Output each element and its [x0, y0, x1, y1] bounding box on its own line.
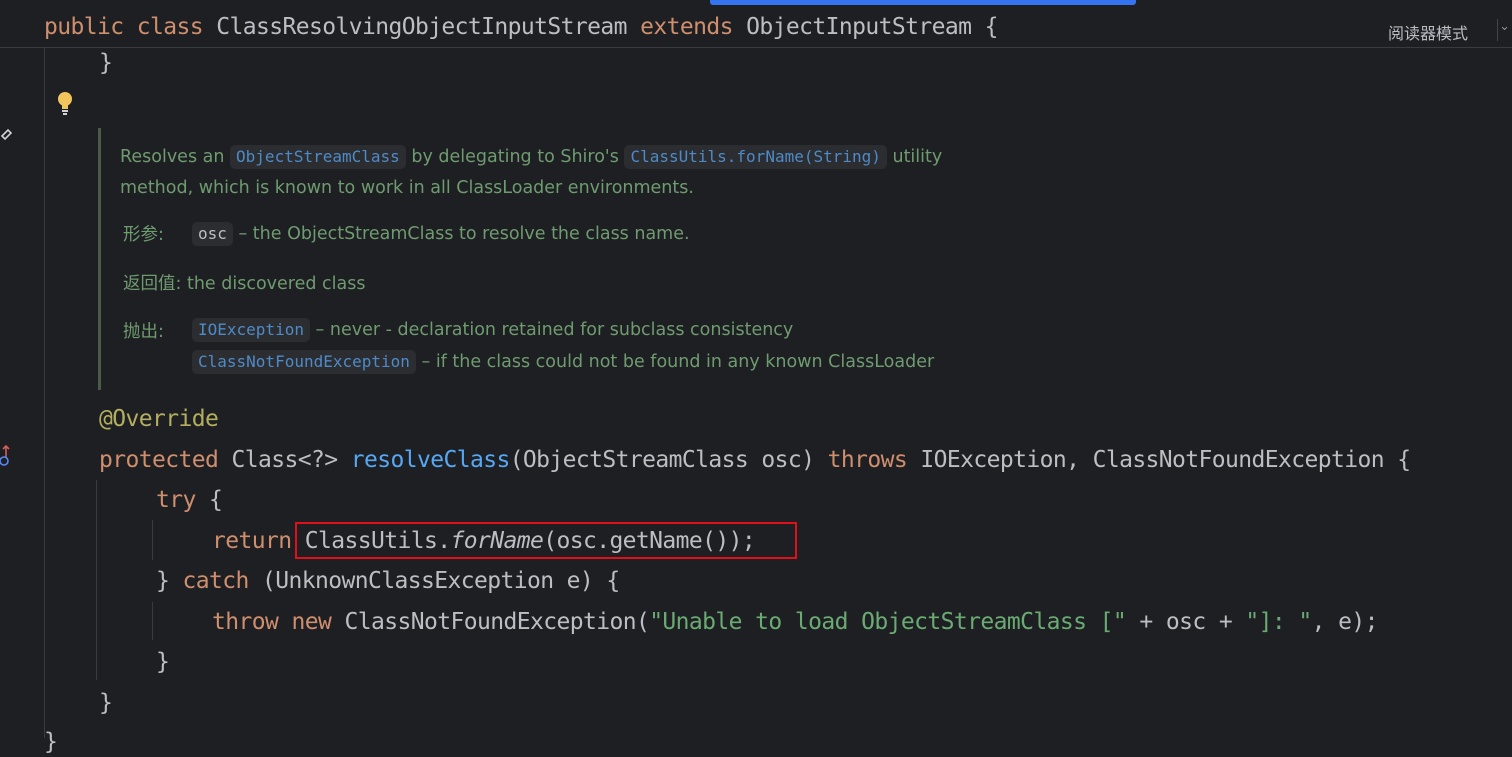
doc-throws1-desc: – never - declaration retained for subcl…	[315, 320, 794, 340]
code-line-method-signature: protected Class<?> resolveClass(ObjectSt…	[99, 445, 1411, 475]
javadoc-param-row: osc – the ObjectStreamClass to resolve t…	[192, 222, 690, 246]
doc-link-objectstreamclass[interactable]: ObjectStreamClass	[230, 145, 406, 169]
catch-args: (UnknownClassException e) {	[262, 568, 620, 594]
code-editor[interactable]: public class ClassResolvingObjectInputSt…	[0, 0, 1512, 755]
javadoc-throws-row2: ClassNotFoundException – if the class co…	[192, 350, 934, 374]
javadoc-throws-row1: IOException – never - declaration retain…	[192, 318, 793, 342]
sticky-class-header[interactable]: public class ClassResolvingObjectInputSt…	[0, 5, 1512, 48]
javadoc-bar	[98, 128, 101, 390]
doc-link-classnotfoundexception[interactable]: ClassNotFoundException	[192, 350, 416, 374]
javadoc-returns-row: 返回值: the discovered class	[123, 272, 366, 296]
class-declaration: public class ClassResolvingObjectInputSt…	[44, 12, 998, 42]
indent-guide-catch	[152, 602, 153, 640]
reader-mode-divider	[1497, 19, 1498, 41]
chevron-down-icon[interactable]: ⌄	[1499, 19, 1510, 34]
keyword-throws: throws	[827, 447, 908, 473]
javadoc-description-line1: Resolves an ObjectStreamClass by delegat…	[120, 145, 942, 169]
doc-link-ioexception[interactable]: IOException	[192, 318, 310, 342]
keyword-extends: extends	[640, 14, 733, 40]
indent-guide-try	[152, 520, 153, 560]
keyword-throw: throw	[212, 609, 279, 635]
keyword-return: return	[212, 528, 292, 554]
keyword-new: new	[291, 609, 332, 635]
keyword-protected: protected	[99, 447, 219, 473]
keyword-try: try	[156, 487, 196, 513]
class-name: ClassResolvingObjectInputStream	[216, 14, 627, 40]
super-class-name: ObjectInputStream	[746, 14, 972, 40]
doc-param-osc: osc	[192, 222, 233, 246]
string-literal: "Unable to load ObjectStreamClass ["	[649, 609, 1127, 635]
throw-end: , e);	[1311, 609, 1379, 635]
thrown-exceptions: IOException, ClassNotFoundException {	[920, 447, 1411, 473]
doc-throws2-desc: – if the class could not be found in any…	[421, 352, 935, 372]
concat-expr: + osc +	[1126, 609, 1246, 635]
doc-returns-label: 返回值:	[123, 274, 182, 294]
code-line-catch: } catch (UnknownClassException e) {	[156, 566, 620, 596]
doc-text: by delegating to Shiro's	[411, 147, 619, 167]
doc-text: utility	[892, 147, 943, 167]
method-params: (ObjectStreamClass osc)	[509, 447, 815, 473]
code-line-class-end: }	[44, 729, 58, 755]
javadoc-throws-label: 抛出:	[123, 322, 164, 342]
open-brace: {	[984, 14, 999, 40]
code-line-throw: throw new ClassNotFoundException("Unable…	[212, 607, 1378, 637]
javadoc-params-label: 形参:	[123, 225, 164, 245]
keyword-catch: catch	[182, 568, 250, 594]
indent-guide-class	[44, 48, 45, 738]
doc-returns-desc: the discovered class	[186, 274, 366, 294]
code-line-try: try {	[156, 485, 223, 515]
code-line-closing-brace: }	[99, 50, 113, 76]
indent-guide-method	[96, 480, 97, 680]
code-line-override-annotation: @Override	[99, 406, 219, 432]
catch-close-brace: }	[156, 568, 170, 594]
method-name: resolveClass	[350, 447, 511, 473]
javadoc-description-line2: method, which is known to work in all Cl…	[120, 178, 694, 198]
pencil-icon[interactable]	[0, 128, 12, 146]
reader-mode-button[interactable]: 阅读器模式	[1388, 20, 1468, 44]
doc-text: Resolves an	[120, 147, 225, 167]
throw-class: ClassNotFoundException(	[344, 609, 650, 635]
string-literal: "]: "	[1245, 609, 1312, 635]
try-brace: {	[209, 487, 223, 513]
code-line-catch-end: }	[156, 649, 170, 675]
doc-link-classutils-forname[interactable]: ClassUtils.forName(String)	[624, 145, 887, 169]
doc-param-desc: – the ObjectStreamClass to resolve the c…	[238, 224, 690, 244]
return-type: Class<?>	[231, 447, 338, 473]
override-method-icon[interactable]	[0, 444, 12, 468]
keyword-public: public	[44, 14, 124, 40]
code-line-method-end: }	[99, 690, 113, 716]
red-highlight-box	[295, 522, 797, 559]
lightbulb-icon[interactable]	[55, 90, 75, 116]
keyword-class: class	[136, 14, 204, 40]
